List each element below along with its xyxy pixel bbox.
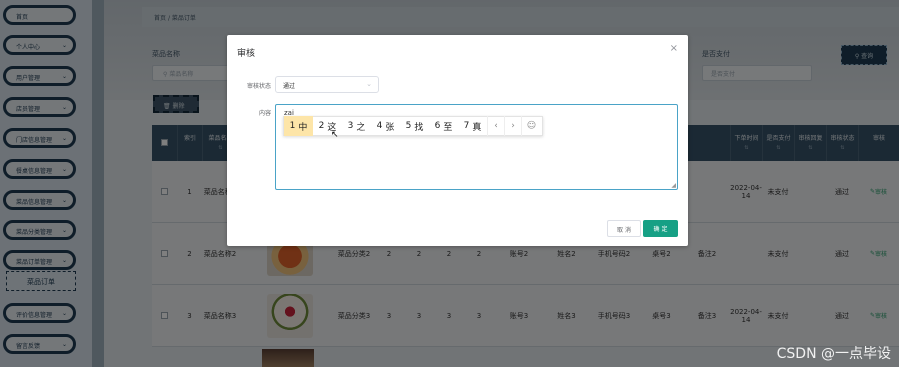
audit-dialog: 审核 × 审核状态 通过 ⌄ 内容 zai ◢ 1中 2这 3之 4张 5找 6… bbox=[227, 35, 688, 246]
emoji-icon[interactable]: ☺ bbox=[521, 116, 541, 136]
dialog-title: 审核 bbox=[237, 49, 256, 59]
chevron-down-icon: ⌄ bbox=[366, 80, 372, 88]
ime-candidate[interactable]: 4张 bbox=[371, 116, 400, 136]
watermark: CSDN @一点毕设 bbox=[776, 346, 891, 362]
ime-candidate[interactable]: 1中 bbox=[284, 116, 313, 136]
status-value: 通过 bbox=[283, 83, 296, 90]
status-label: 审核状态 bbox=[246, 83, 271, 90]
content-label: 内容 bbox=[258, 110, 271, 117]
ime-candidate[interactable]: 5找 bbox=[400, 116, 429, 136]
close-icon[interactable]: × bbox=[670, 43, 678, 54]
ime-candidate[interactable]: 3之 bbox=[342, 116, 371, 136]
mouse-cursor-icon: ↖ bbox=[331, 130, 339, 140]
ime-candidate[interactable]: 6至 bbox=[429, 116, 458, 136]
ime-prev-icon[interactable]: ‹ bbox=[487, 116, 504, 136]
confirm-button[interactable]: 确 定 bbox=[643, 220, 678, 237]
ime-candidate[interactable]: 7真 bbox=[458, 116, 487, 136]
status-select[interactable]: 通过 ⌄ bbox=[275, 76, 379, 93]
ime-next-icon[interactable]: › bbox=[504, 116, 521, 136]
resize-handle-icon[interactable]: ◢ bbox=[671, 182, 676, 189]
ime-candidate-bar: 1中 2这 3之 4张 5找 6至 7真 ‹ › ☺ bbox=[283, 116, 543, 136]
cancel-button[interactable]: 取 消 bbox=[607, 220, 641, 237]
